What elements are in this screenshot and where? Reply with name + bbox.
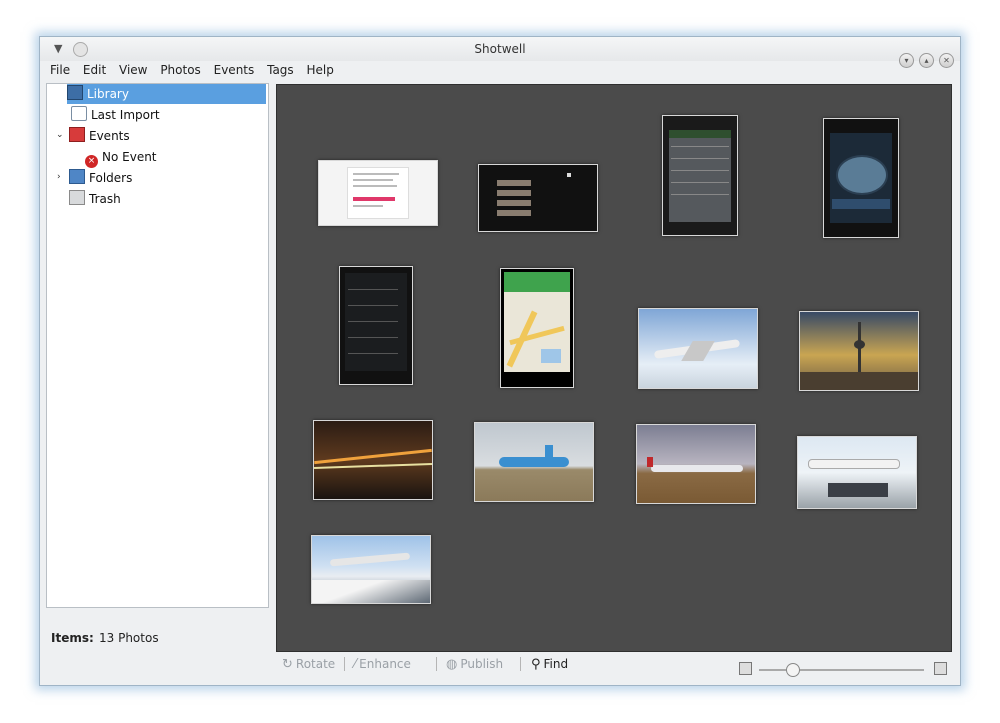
menu-edit[interactable]: Edit [83, 63, 106, 77]
toolbar-separator [344, 657, 345, 671]
find-button[interactable]: ⚲ Find [531, 657, 568, 672]
sidebar-item-label: Events [89, 129, 130, 143]
photo-thumbnail-dark-menu-screenshot[interactable] [478, 164, 598, 232]
expander-down-icon[interactable]: ⌄ [56, 130, 64, 140]
enhance-button[interactable]: ⁄ Enhance [354, 657, 411, 672]
title-bar[interactable]: ▼ Shotwell [40, 37, 960, 61]
rotate-button[interactable]: ↻ Rotate [282, 657, 335, 672]
sidebar-item-last-import[interactable]: Last Import [71, 105, 261, 125]
sidebar-item-label: Last Import [91, 108, 160, 122]
zoom-in-icon[interactable] [934, 662, 947, 675]
photo-thumbnail-airplane-with-crowd[interactable] [797, 436, 917, 509]
expander-right-icon[interactable]: › [57, 172, 61, 182]
bottom-toolbar: ↻ Rotate ⁄ Enhance ◍ Publish ⚲ Find [276, 649, 956, 679]
sidebar-item-label: Trash [89, 192, 121, 206]
sidebar-item-label: Library [87, 87, 129, 101]
menu-help[interactable]: Help [307, 63, 334, 77]
events-icon [69, 127, 85, 142]
enhance-wand-icon: ⁄ [354, 657, 357, 672]
menu-events[interactable]: Events [214, 63, 255, 77]
close-icon[interactable]: ✕ [939, 53, 954, 68]
sidebar: Library Last Import ⌄ Events × No Event ›… [46, 83, 269, 608]
pane-splitter[interactable] [270, 84, 274, 650]
publish-globe-icon: ◍ [446, 657, 458, 672]
sidebar-item-label: Folders [89, 171, 133, 185]
folder-icon [69, 169, 85, 184]
menu-view[interactable]: View [119, 63, 147, 77]
sidebar-item-folders[interactable]: Folders [69, 168, 259, 188]
zoom-out-icon[interactable] [739, 662, 752, 675]
sidebar-item-no-event[interactable]: × No Event [85, 147, 255, 168]
shotwell-window: ▼ Shotwell ▾ ▴ ✕ File Edit View Photos E… [39, 36, 961, 686]
menu-tags[interactable]: Tags [267, 63, 294, 77]
photo-thumbnail-phone-settings-screenshot[interactable] [662, 115, 738, 236]
toolbar-separator [520, 657, 521, 671]
photo-thumbnail-airplane-over-mountains[interactable] [311, 535, 431, 604]
photo-thumbnail-klm-airplane-taxiing[interactable] [474, 422, 594, 502]
zoom-slider-handle[interactable] [786, 663, 800, 677]
items-label: Items: [51, 631, 94, 645]
find-label: Find [543, 657, 569, 671]
photo-thumbnail-airplane-night-runway[interactable] [313, 420, 433, 500]
menu-bar: File Edit View Photos Events Tags Help [50, 63, 343, 81]
rotate-icon: ↻ [282, 657, 293, 672]
photo-thumbnail-phone-speedometer-screenshot[interactable] [823, 118, 899, 238]
photo-thumbnail-city-tower-skyline[interactable] [799, 311, 919, 391]
rotate-label: Rotate [295, 657, 336, 671]
sidebar-item-label: No Event [102, 150, 157, 164]
items-count: 13 Photos [99, 631, 159, 645]
library-icon [67, 85, 83, 100]
photo-thumbnail-phone-map-screenshot[interactable] [500, 268, 574, 388]
import-icon [71, 106, 87, 121]
photo-thumbnail-web-page-screenshot[interactable] [318, 160, 438, 226]
sidebar-item-events[interactable]: Events [69, 126, 259, 146]
maximize-icon[interactable]: ▴ [919, 53, 934, 68]
status-area: Items: 13 Photos [46, 611, 267, 657]
sidebar-item-trash[interactable]: Trash [69, 189, 259, 209]
zoom-slider-track[interactable] [759, 669, 924, 671]
menu-photos[interactable]: Photos [160, 63, 200, 77]
window-title: Shotwell [474, 42, 526, 56]
photo-thumbnail-phone-list-screenshot[interactable] [339, 266, 413, 385]
no-event-icon: × [85, 155, 98, 168]
publish-label: Publish [460, 657, 504, 671]
publish-button[interactable]: ◍ Publish [446, 657, 503, 672]
toolbar-separator [436, 657, 437, 671]
enhance-label: Enhance [359, 657, 411, 671]
minimize-icon[interactable]: ▾ [899, 53, 914, 68]
binoculars-icon: ⚲ [531, 657, 541, 672]
photo-thumbnail-airplane-in-flight[interactable] [638, 308, 758, 389]
photo-thumbnail-airplane-on-tarmac[interactable] [636, 424, 756, 504]
sidebar-item-library[interactable]: Library [67, 84, 266, 104]
menu-file[interactable]: File [50, 63, 70, 77]
trash-icon [69, 190, 85, 205]
photo-grid[interactable] [276, 84, 952, 652]
